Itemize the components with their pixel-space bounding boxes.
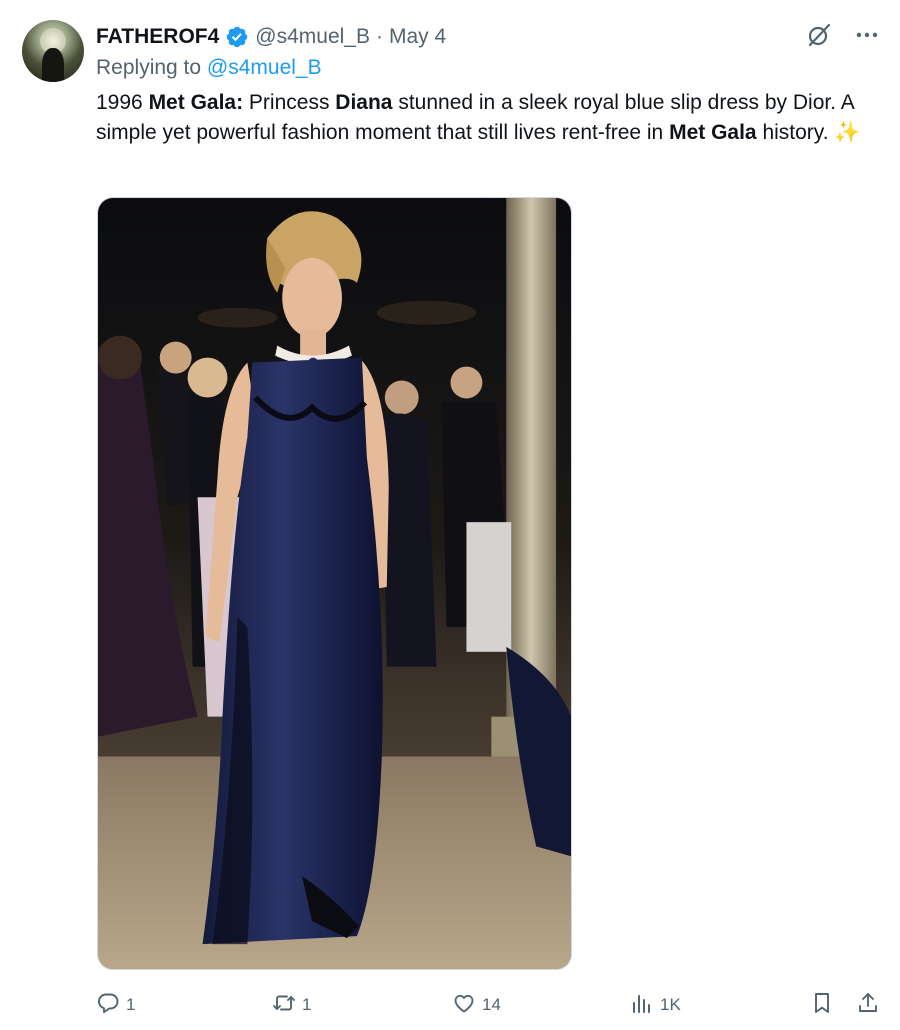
text-bold: Met Gala [669, 121, 757, 144]
share-icon [856, 991, 880, 1020]
like-button[interactable]: 14 [452, 988, 501, 1022]
replying-prefix: Replying to [96, 56, 202, 79]
avatar-figure [42, 48, 64, 82]
text-bold: Diana [335, 91, 393, 114]
tweet-media-image[interactable] [97, 197, 572, 970]
like-count: 14 [482, 995, 501, 1014]
avatar[interactable] [22, 20, 84, 82]
views-count: 1K [660, 995, 681, 1014]
share-button[interactable] [856, 988, 880, 1022]
bookmark-icon [810, 991, 834, 1020]
handle[interactable]: @s4muel_B [255, 25, 370, 49]
bookmark-button[interactable] [810, 988, 834, 1022]
tweet-date[interactable]: May 4 [389, 25, 446, 49]
repost-button[interactable]: 1 [272, 988, 311, 1022]
grok-icon[interactable] [806, 22, 832, 48]
replying-handle-link[interactable]: @s4muel_B [207, 56, 322, 79]
action-bar: 1 1 14 1K [96, 988, 882, 1022]
replying-to: Replying to @s4muel_B [96, 56, 322, 80]
sparkles-emoji: ✨ [834, 121, 861, 144]
text-part: 1996 [96, 91, 149, 114]
text-bold: Met Gala: [148, 91, 244, 114]
more-icon[interactable] [854, 22, 880, 48]
text-part: history. [756, 121, 835, 144]
top-actions [806, 22, 880, 48]
verified-badge-icon [225, 25, 249, 49]
reply-count: 1 [126, 995, 136, 1014]
display-name[interactable]: FATHEROF4 [96, 25, 219, 49]
reply-button[interactable]: 1 [96, 988, 135, 1022]
tweet-text: 1996 Met Gala: Princess Diana stunned in… [96, 88, 876, 148]
tweet-header: FATHEROF4 @s4muel_B · May 4 [96, 22, 446, 52]
reply-icon [96, 991, 120, 1020]
views-icon [630, 991, 654, 1020]
like-icon [452, 991, 476, 1020]
tweet[interactable]: FATHEROF4 @s4muel_B · May 4 Replying to … [0, 0, 900, 1030]
repost-icon [272, 991, 296, 1020]
separator-dot: · [376, 25, 383, 48]
text-part: Princess [243, 91, 336, 114]
repost-count: 1 [302, 995, 312, 1014]
views-button[interactable]: 1K [630, 988, 681, 1022]
